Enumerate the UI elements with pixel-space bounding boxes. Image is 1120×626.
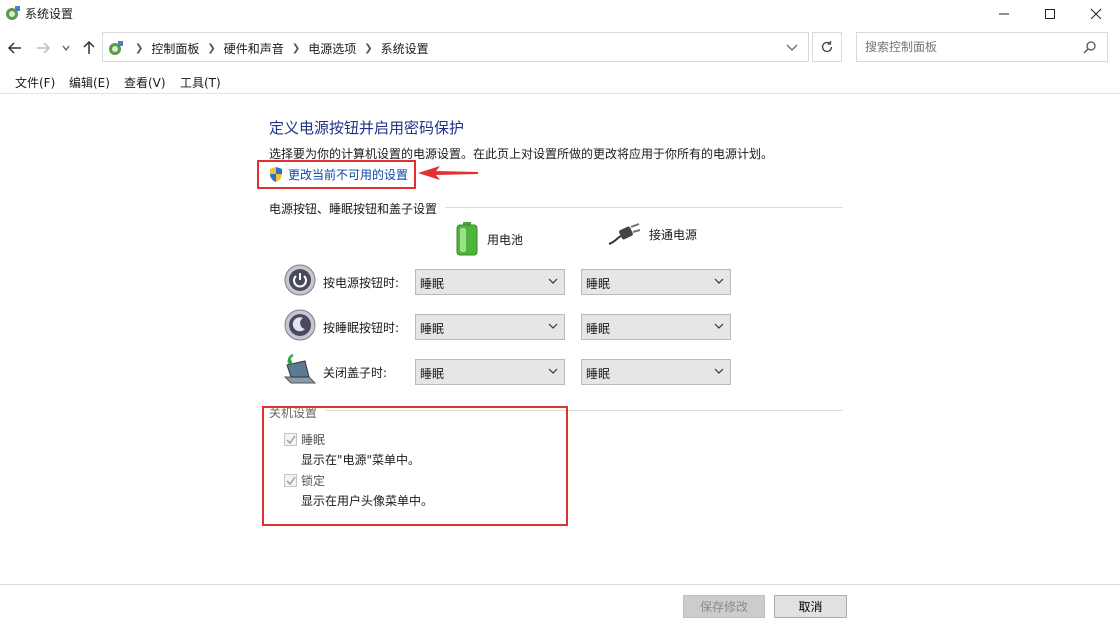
breadcrumb-item[interactable]: 控制面板: [151, 40, 199, 57]
section-title-buttons: 电源按钮、睡眠按钮和盖子设置: [269, 202, 438, 216]
lock-checkbox-label: 锁定: [301, 474, 326, 488]
arrow-right-icon: [37, 42, 51, 54]
up-button[interactable]: [79, 38, 99, 58]
chevron-down-icon: [714, 278, 724, 284]
checkmark-icon: [286, 435, 296, 445]
annotation-box: [257, 160, 416, 189]
chevron-down-icon: [548, 368, 558, 374]
chevron-down-icon[interactable]: [786, 43, 798, 53]
lock-checkbox[interactable]: [284, 474, 297, 487]
footer-divider: [0, 584, 1120, 585]
chevron-down-icon: [714, 323, 724, 329]
title-bar: 系统设置: [0, 0, 1120, 28]
arrow-up-icon: [83, 40, 95, 54]
close-button[interactable]: [1073, 0, 1119, 28]
search-icon[interactable]: [1083, 40, 1097, 54]
breadcrumb-item[interactable]: 电源选项: [308, 40, 356, 57]
power-button-icon: [284, 264, 316, 296]
breadcrumb-item[interactable]: 硬件和声音: [224, 40, 284, 57]
arrow-left-icon: [7, 42, 21, 54]
maximize-button[interactable]: [1027, 0, 1073, 28]
address-bar[interactable]: ❯ 控制面板 ❯ 硬件和声音 ❯ 电源选项 ❯ 系统设置: [102, 32, 809, 62]
refresh-button[interactable]: [812, 32, 842, 62]
minimize-icon: [999, 13, 1009, 15]
chevron-down-icon: [548, 323, 558, 329]
chevron-down-icon: [62, 45, 70, 51]
column-plugged: 接通电源: [607, 222, 697, 246]
chevron-down-icon: [548, 278, 558, 284]
divider: [445, 207, 843, 208]
cancel-button[interactable]: 取消: [774, 595, 847, 618]
menu-view[interactable]: 查看(V): [124, 74, 166, 91]
chevron-right-icon: ❯: [207, 43, 216, 54]
control-panel-icon: [109, 41, 123, 55]
select-value: 睡眠: [586, 367, 611, 381]
minimize-button[interactable]: [981, 0, 1027, 28]
back-button[interactable]: [5, 38, 25, 58]
power-plug-icon: [608, 223, 641, 245]
recent-locations-button[interactable]: [59, 38, 73, 58]
select-value: 睡眠: [586, 322, 611, 336]
annotation-arrow-icon: [418, 166, 478, 180]
breadcrumb-item[interactable]: 系统设置: [381, 40, 429, 57]
select-value: 睡眠: [420, 322, 445, 336]
close-icon: [1090, 8, 1102, 20]
search-box[interactable]: [856, 32, 1108, 62]
sleep-button-plugged-select[interactable]: 睡眠: [581, 314, 731, 340]
sleep-button-icon: [284, 309, 316, 341]
forward-button[interactable]: [33, 38, 53, 58]
refresh-icon: [821, 41, 833, 53]
menu-bar: 文件(F) 编辑(E) 查看(V) 工具(T): [0, 70, 1120, 94]
lock-checkbox-description: 显示在用户头像菜单中。: [301, 494, 434, 508]
laptop-lid-icon: [283, 353, 317, 384]
menu-edit[interactable]: 编辑(E): [69, 74, 110, 91]
select-value: 睡眠: [420, 277, 445, 291]
lid-close-battery-select[interactable]: 睡眠: [415, 359, 565, 385]
save-changes-button[interactable]: 保存修改: [683, 595, 765, 618]
column-battery-label: 用电池: [487, 232, 524, 247]
power-button-battery-select[interactable]: 睡眠: [415, 269, 565, 295]
sleep-button-label: 按睡眠按钮时:: [323, 321, 400, 335]
menu-file[interactable]: 文件(F): [15, 74, 55, 91]
chevron-right-icon: ❯: [364, 43, 373, 54]
chevron-right-icon: ❯: [291, 43, 301, 54]
window-title: 系统设置: [25, 7, 74, 21]
sleep-checkbox-description: 显示在"电源"菜单中。: [301, 453, 421, 467]
breadcrumb: ❯ 控制面板 ❯ 硬件和声音 ❯ 电源选项 ❯ 系统设置: [127, 40, 429, 57]
select-value: 睡眠: [420, 367, 445, 381]
sleep-button-battery-select[interactable]: 睡眠: [415, 314, 565, 340]
chevron-down-icon: [714, 368, 724, 374]
chevron-right-icon: ❯: [135, 43, 144, 54]
menu-tools[interactable]: 工具(T): [180, 74, 221, 91]
column-plugged-label: 接通电源: [649, 227, 698, 242]
power-button-label: 按电源按钮时:: [323, 276, 400, 290]
power-button-plugged-select[interactable]: 睡眠: [581, 269, 731, 295]
search-input[interactable]: [865, 39, 1075, 55]
lid-close-plugged-select[interactable]: 睡眠: [581, 359, 731, 385]
checkmark-icon: [286, 476, 296, 486]
sleep-checkbox[interactable]: [284, 433, 297, 446]
lid-close-label: 关闭盖子时:: [323, 366, 388, 380]
column-battery: 用电池: [455, 222, 523, 256]
maximize-icon: [1045, 9, 1055, 19]
select-value: 睡眠: [586, 277, 611, 291]
page-title: 定义电源按钮并启用密码保护: [269, 119, 465, 137]
battery-icon: [456, 222, 478, 256]
sleep-checkbox-label: 睡眠: [301, 433, 326, 447]
control-panel-icon: [6, 6, 20, 20]
